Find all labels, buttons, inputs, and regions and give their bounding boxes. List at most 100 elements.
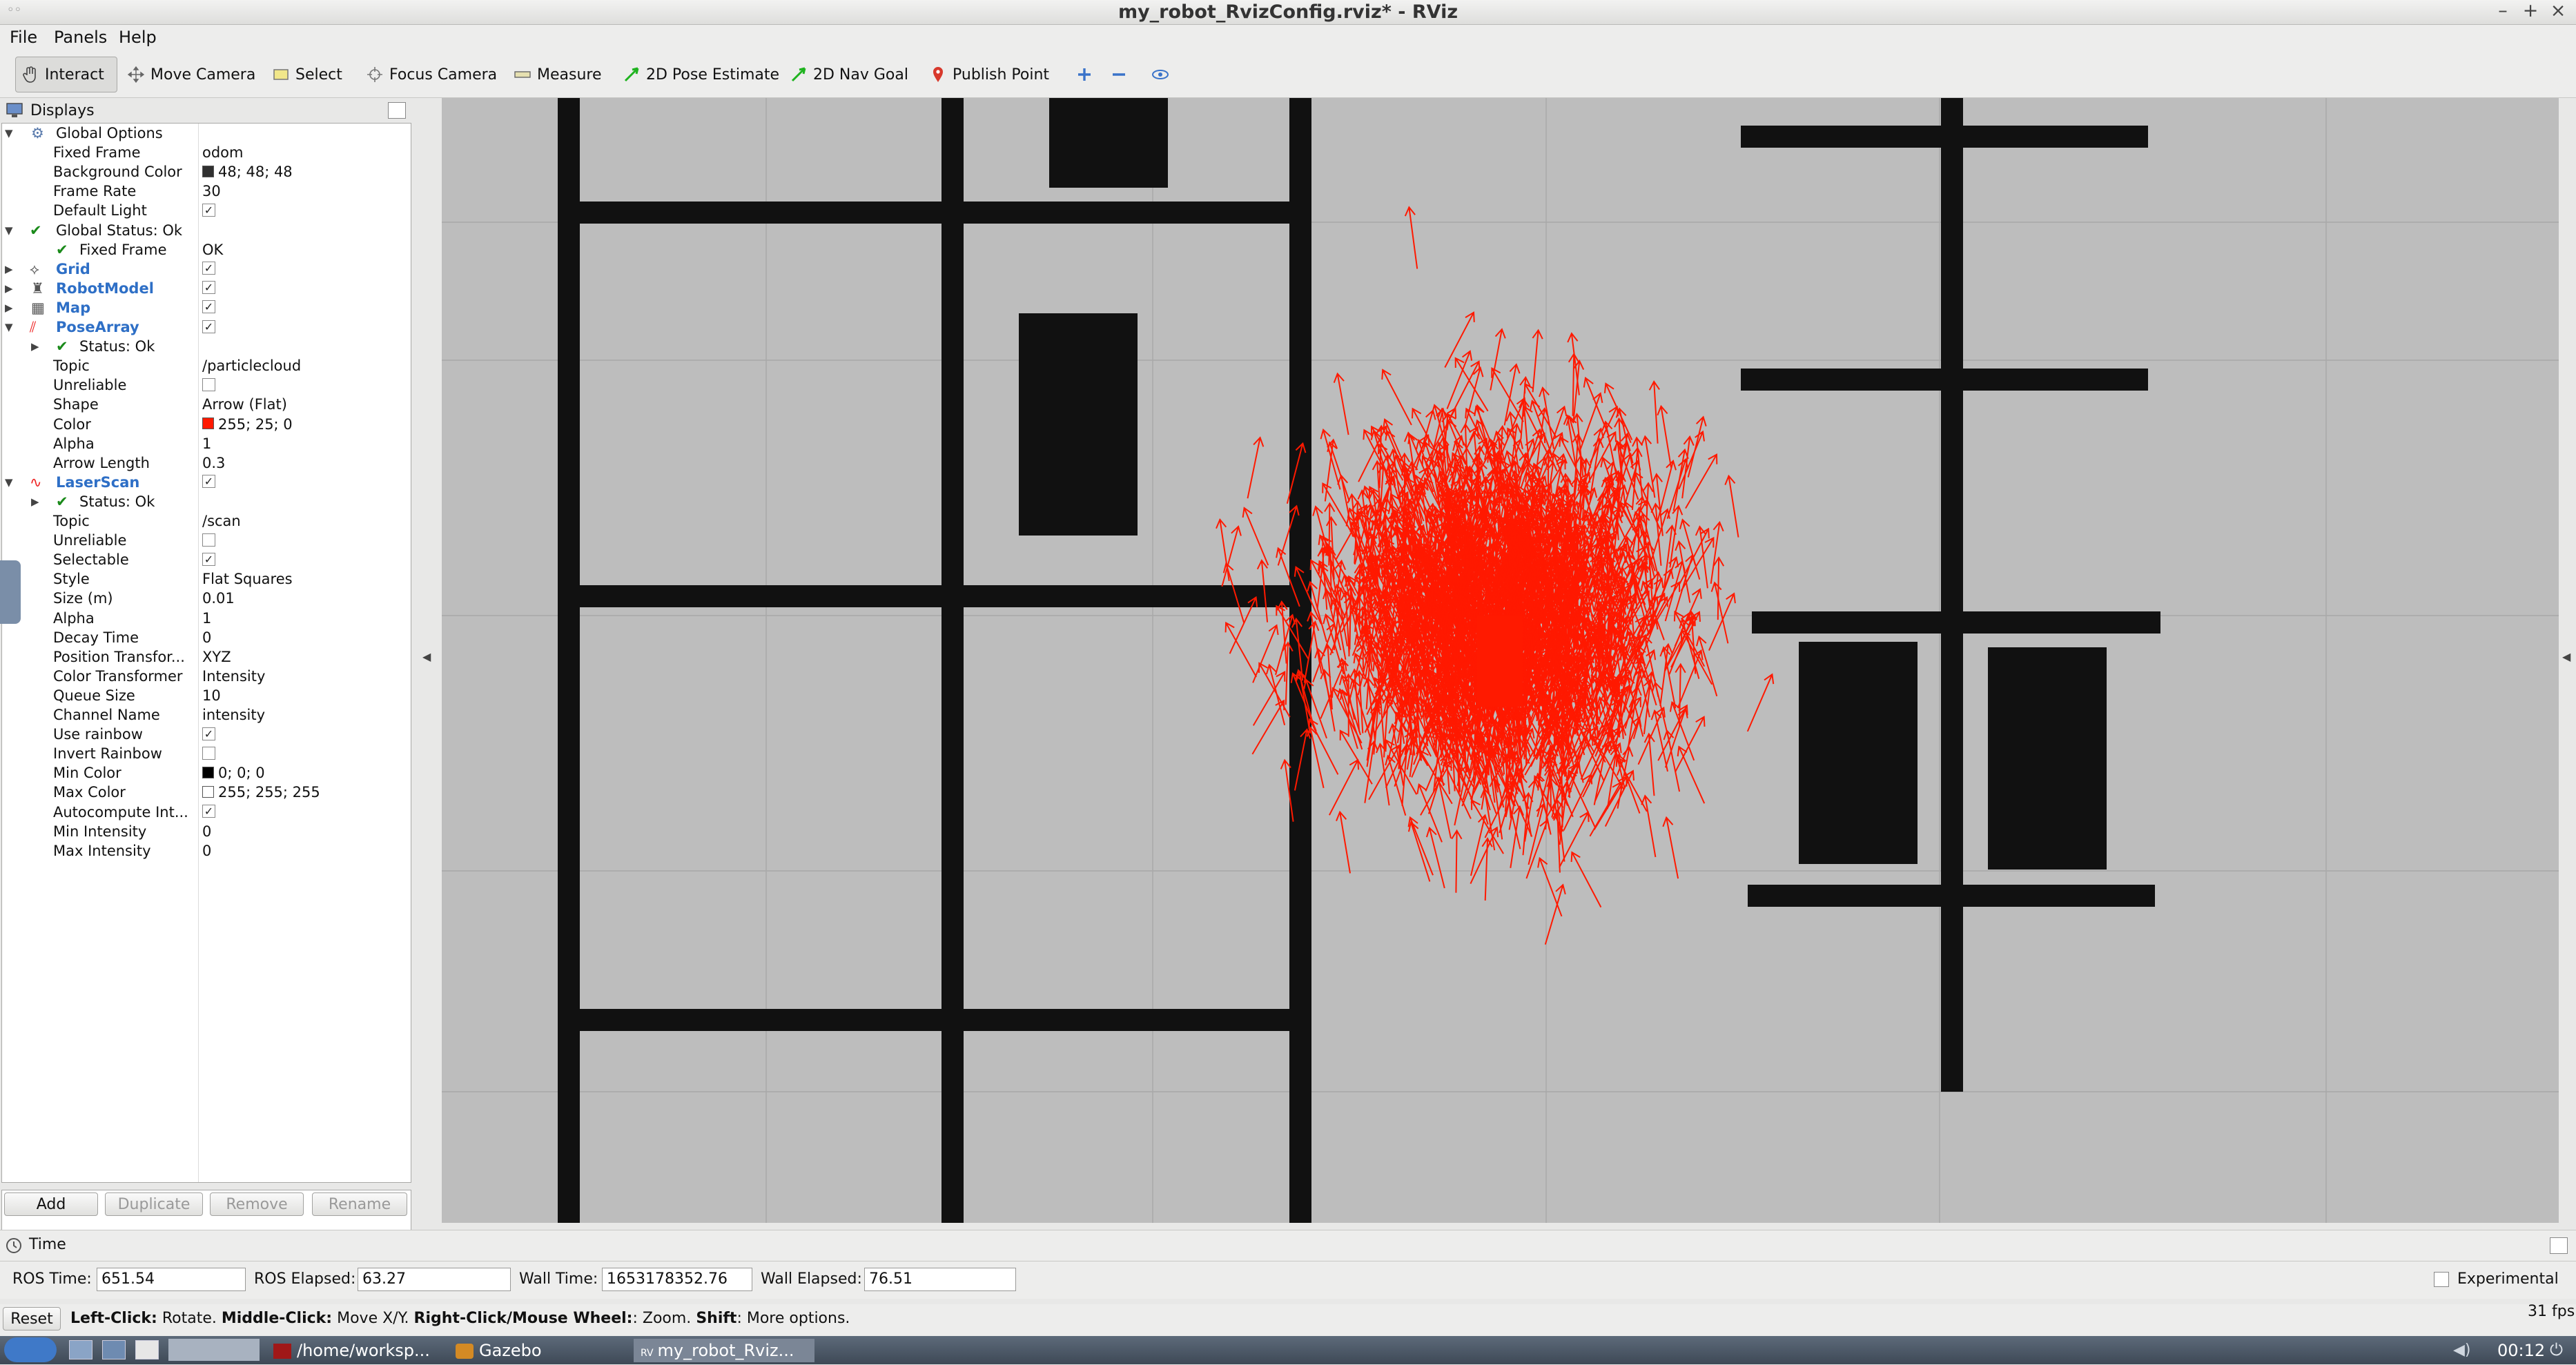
checkbox-checked[interactable]: ✓	[202, 552, 215, 566]
property-value[interactable]: odom	[202, 144, 243, 161]
color-swatch[interactable]	[202, 785, 214, 798]
property-value[interactable]: 0	[202, 843, 211, 859]
tree-row[interactable]: ▼ ∿ LaserScan ✓	[2, 473, 411, 492]
left-splitter[interactable]: ◀	[413, 98, 440, 1223]
tree-row[interactable]: ▶ ✔ Status: Ok	[2, 492, 411, 511]
tree-row[interactable]: ▼ ⫽ PoseArray ✓	[2, 317, 411, 337]
tree-row[interactable]: Min Color 0; 0; 0	[2, 763, 411, 783]
minimize-icon[interactable]: –	[2489, 0, 2517, 21]
property-value[interactable]: Arrow (Flat)	[202, 396, 287, 413]
property-value[interactable]: /scan	[202, 513, 241, 529]
tree-row[interactable]: Selectable ✓	[2, 550, 411, 569]
tree-row[interactable]: Max Color 255; 255; 255	[2, 783, 411, 802]
tree-row[interactable]: Position Transfor... XYZ	[2, 647, 411, 667]
tree-row[interactable]: Max Intensity 0	[2, 841, 411, 861]
tree-row[interactable]: Alpha 1	[2, 434, 411, 453]
wall-elapsed-field[interactable]: 76.51	[864, 1268, 1016, 1291]
workspace-switcher[interactable]	[168, 1339, 260, 1361]
right-splitter[interactable]: ◀	[2559, 98, 2576, 1223]
publish-point-tool[interactable]: Publish Point	[924, 57, 1055, 92]
tree-row[interactable]: Min Intensity 0	[2, 822, 411, 841]
add-tool-button[interactable]	[1070, 57, 1104, 92]
move-camera-tool[interactable]: Move Camera	[121, 57, 261, 92]
expand-closed-icon[interactable]: ▶	[31, 492, 39, 511]
desktop-icon[interactable]	[102, 1340, 126, 1359]
tree-row[interactable]: ▶ ✔ Status: Ok	[2, 337, 411, 356]
tree-row[interactable]: Color 255; 25; 0	[2, 415, 411, 434]
interact-tool[interactable]: Interact	[15, 57, 117, 92]
checkbox-checked[interactable]: ✓	[202, 300, 215, 314]
property-value[interactable]: 0.01	[202, 590, 235, 607]
expand-closed-icon[interactable]: ▶	[5, 298, 13, 317]
wall-time-field[interactable]: 1653178352.76	[602, 1268, 752, 1291]
property-value[interactable]: 255; 25; 0	[218, 416, 293, 433]
checkbox-unchecked[interactable]	[202, 533, 215, 547]
view-tool-button[interactable]	[1146, 57, 1180, 92]
expand-closed-icon[interactable]: ▶	[31, 337, 39, 356]
property-value[interactable]: /particlecloud	[202, 357, 301, 374]
taskbar-gazebo[interactable]: Gazebo	[456, 1339, 542, 1362]
expand-open-icon[interactable]: ▼	[5, 124, 13, 143]
tree-row[interactable]: Frame Rate 30	[2, 181, 411, 201]
start-button[interactable]	[4, 1337, 57, 1362]
tree-row[interactable]: Decay Time 0	[2, 628, 411, 647]
checkbox-unchecked[interactable]	[202, 746, 215, 760]
volume-icon[interactable]: ◀)	[2453, 1342, 2471, 1359]
tree-row[interactable]: Unreliable	[2, 375, 411, 395]
time-undock-button[interactable]	[2550, 1237, 2568, 1254]
property-value[interactable]: intensity	[202, 707, 265, 723]
expand-closed-icon[interactable]: ▶	[5, 279, 13, 298]
checkbox-checked[interactable]: ✓	[202, 281, 215, 295]
tree-row[interactable]: ✔ Fixed Frame OK	[2, 240, 411, 259]
pose-estimate-tool[interactable]: 2D Pose Estimate	[617, 57, 785, 92]
property-value[interactable]: 10	[202, 687, 221, 704]
property-value[interactable]: 0	[202, 629, 211, 646]
tree-row[interactable]: Queue Size 10	[2, 686, 411, 705]
checkbox-checked[interactable]: ✓	[202, 320, 215, 333]
checkbox-unchecked[interactable]	[202, 377, 215, 391]
tree-row[interactable]: ▼ ⚙ Global Options	[2, 124, 411, 143]
taskbar-rviz[interactable]: RV my_robot_Rviz...	[634, 1339, 814, 1362]
render-view[interactable]	[442, 98, 2559, 1223]
tree-row[interactable]: Invert Rainbow	[2, 744, 411, 763]
tree-row[interactable]: Use rainbow ✓	[2, 725, 411, 744]
tree-row[interactable]: Topic/scan	[2, 511, 411, 531]
undock-button[interactable]	[388, 102, 406, 119]
property-value[interactable]: 0; 0; 0	[218, 765, 265, 781]
tree-row[interactable]: ▶ ▦ Map ✓	[2, 298, 411, 317]
property-value[interactable]: Flat Squares	[202, 571, 293, 587]
reset-button[interactable]: Reset	[3, 1307, 61, 1330]
tree-row[interactable]: Shape Arrow (Flat)	[2, 395, 411, 414]
remove-tool-button[interactable]	[1104, 57, 1139, 92]
expand-open-icon[interactable]: ▼	[5, 473, 13, 492]
add-button[interactable]: Add	[4, 1192, 98, 1216]
collapse-right-icon[interactable]: ◀	[2562, 650, 2570, 663]
property-value[interactable]: 1	[202, 610, 211, 627]
tree-row[interactable]: Autocompute Int... ✓	[2, 803, 411, 822]
checkbox-checked[interactable]: ✓	[202, 805, 215, 818]
close-icon[interactable]: ×	[2544, 0, 2572, 21]
property-value[interactable]: XYZ	[202, 649, 231, 665]
experimental-checkbox[interactable]	[2434, 1272, 2449, 1287]
checkbox-checked[interactable]: ✓	[202, 203, 215, 217]
tree-row[interactable]: Fixed Frame odom	[2, 143, 411, 162]
expand-open-icon[interactable]: ▼	[5, 317, 13, 337]
collapse-left-icon[interactable]: ◀	[422, 650, 431, 663]
expand-open-icon[interactable]: ▼	[5, 221, 13, 240]
maximize-icon[interactable]: +	[2517, 0, 2544, 21]
duplicate-button[interactable]: Duplicate	[105, 1192, 203, 1216]
tree-row[interactable]: Topic/particlecloud	[2, 356, 411, 375]
menu-panels[interactable]: Panels	[54, 28, 107, 47]
focus-camera-tool[interactable]: Focus Camera	[360, 57, 502, 92]
color-swatch[interactable]	[202, 766, 214, 778]
tree-row[interactable]: ▼ ✔ Global Status: Ok	[2, 221, 411, 240]
remove-button[interactable]: Remove	[210, 1192, 304, 1216]
measure-tool[interactable]: Measure	[508, 57, 607, 92]
taskbar-terminal[interactable]: /home/worksp...	[273, 1339, 430, 1362]
property-value[interactable]: 1	[202, 435, 211, 452]
tree-row[interactable]: Default Light ✓	[2, 201, 411, 220]
files-icon[interactable]	[69, 1340, 92, 1359]
menu-help[interactable]: Help	[119, 28, 157, 47]
expand-closed-icon[interactable]: ▶	[5, 259, 13, 279]
property-value[interactable]: 30	[202, 183, 221, 199]
